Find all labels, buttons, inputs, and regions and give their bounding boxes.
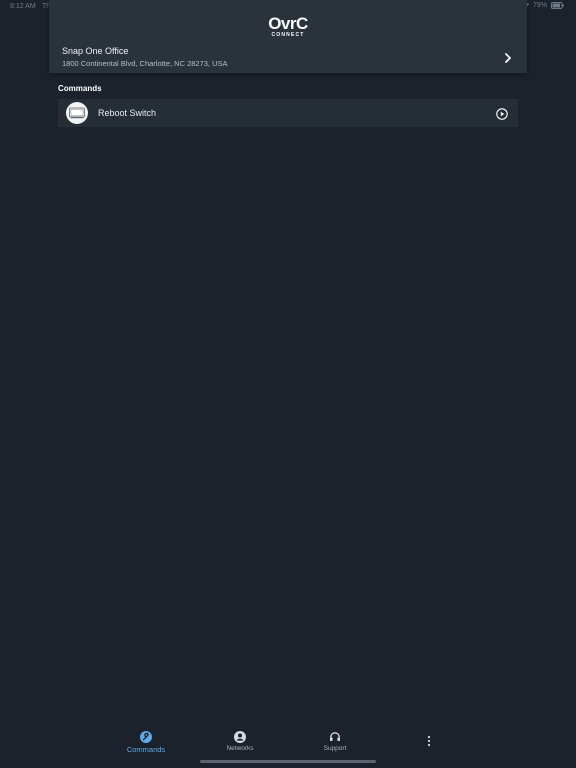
tab-support[interactable]: Support <box>300 730 370 760</box>
chevron-right-icon[interactable] <box>503 51 513 63</box>
tab-label: Networks <box>226 745 254 752</box>
logo-wordmark: OvrC <box>268 14 308 33</box>
status-time: 8:12 AM <box>10 3 36 10</box>
command-label: Reboot Switch <box>98 108 157 118</box>
section-title: Commands <box>58 84 102 93</box>
headset-icon <box>329 730 341 742</box>
tab-networks[interactable]: Networks <box>205 730 275 760</box>
site-address: 1800 Continental Blvd, Charlotte, NC 282… <box>62 59 228 68</box>
site-header[interactable]: OvrC CONNECT Snap One Office 1800 Contin… <box>49 0 527 73</box>
switch-device-icon <box>66 102 88 124</box>
command-item-reboot-switch[interactable]: Reboot Switch <box>58 99 518 127</box>
tab-label: Commands <box>126 745 166 754</box>
play-circle-icon[interactable] <box>496 107 508 120</box>
ovrc-logo: OvrC CONNECT <box>266 14 310 40</box>
person-icon <box>234 730 246 743</box>
wrench-icon <box>140 730 152 743</box>
app-screen: 8:12 AM Thu Jun 2 79% OvrC CONNECT Snap … <box>0 0 576 768</box>
more-vertical-icon[interactable] <box>419 734 439 764</box>
logo-subtext: CONNECT <box>271 32 305 38</box>
battery-icon <box>551 2 564 9</box>
site-name: Snap One Office <box>62 46 129 56</box>
tab-label: Support <box>323 745 347 752</box>
tab-commands[interactable]: Commands <box>111 730 181 760</box>
home-indicator[interactable] <box>200 760 376 763</box>
battery-percent: 79% <box>532 2 547 9</box>
